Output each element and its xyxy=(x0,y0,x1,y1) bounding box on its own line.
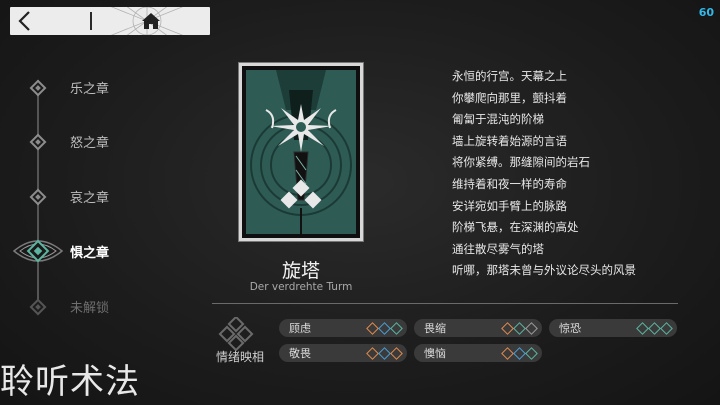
diamond-dot-icon xyxy=(379,323,389,333)
diamond-dot-icon xyxy=(649,323,659,333)
top-bar xyxy=(10,7,210,35)
emotion-tag-dots xyxy=(502,348,536,358)
twisted-tower-illustration xyxy=(246,70,356,234)
home-icon xyxy=(142,13,160,29)
emotion-tag-label: 畏缩 xyxy=(424,322,446,335)
back-button[interactable] xyxy=(10,7,90,35)
emotion-tag: 顾虑 xyxy=(279,319,407,337)
emotion-tag-dots xyxy=(637,323,671,333)
poem-line: 将你紧缚。那缝隙间的岩石 xyxy=(452,155,590,170)
emotion-tag-dots xyxy=(367,348,401,358)
chapter-item-joy[interactable]: 乐之章 xyxy=(0,72,170,102)
emotion-tag: 懊恼 xyxy=(414,344,542,362)
emotion-tag-dots xyxy=(502,323,536,333)
emotion-diamonds-icon xyxy=(218,317,254,351)
diamond-node-icon xyxy=(29,79,47,97)
diamond-dot-icon xyxy=(637,323,647,333)
poem-text: 永恒的行宫。天幕之上 你攀爬向那里，颤抖着 匍匐于混沌的阶梯 墙上旋转着始源的言… xyxy=(452,66,712,282)
diamond-dot-icon xyxy=(661,323,671,333)
diamond-node-icon xyxy=(29,133,47,151)
diamond-dot-icon xyxy=(367,323,377,333)
chapter-item-sorrow[interactable]: 哀之章 xyxy=(0,181,170,211)
emotion-tag: 敬畏 xyxy=(279,344,407,362)
card-subtitle: Der verdrehte Turm xyxy=(249,281,353,293)
emotion-section-label: 情绪映相 xyxy=(215,350,264,364)
poem-line: 匍匐于混沌的阶梯 xyxy=(452,112,544,127)
section-divider xyxy=(212,303,678,304)
diamond-dot-icon xyxy=(502,323,512,333)
emotion-tag-label: 惊恐 xyxy=(559,322,581,335)
poem-line: 安详宛如手臂上的脉路 xyxy=(452,198,567,213)
diamond-dot-icon xyxy=(367,348,377,358)
card-title: 旋塔 xyxy=(281,260,320,282)
fps-counter: 60 xyxy=(698,6,714,19)
emotion-tag-label: 顾虑 xyxy=(289,322,311,335)
emotion-tag: 惊恐 xyxy=(549,319,677,337)
diamond-node-icon xyxy=(29,188,47,206)
diamond-dot-icon xyxy=(514,323,524,333)
diamond-dot-icon xyxy=(391,323,401,333)
chapter-label: 惧之章 xyxy=(70,245,110,261)
poem-line: 你攀爬向那里，颤抖着 xyxy=(452,90,567,105)
chapter-item-fear[interactable]: 惧之章 xyxy=(0,236,170,266)
chapter-label: 未解锁 xyxy=(70,300,110,316)
poem-line: 永恒的行宫。天幕之上 xyxy=(452,69,567,83)
emotion-tag-label: 懊恼 xyxy=(424,347,446,360)
poem-line: 墙上旋转着始源的言语 xyxy=(452,133,567,148)
diamond-node-icon xyxy=(29,298,47,316)
home-button[interactable] xyxy=(92,7,210,35)
poem-line: 听哪，那塔未曾与外议论尽头的风景 xyxy=(452,263,636,278)
emotion-tag: 畏缩 xyxy=(414,319,542,337)
chapter-label: 怒之章 xyxy=(70,135,110,151)
diamond-dot-icon xyxy=(379,348,389,358)
active-eye-icon xyxy=(12,239,64,263)
card-artwork xyxy=(246,70,356,234)
emotion-tag-label: 敬畏 xyxy=(289,347,311,360)
poem-line: 通往散尽雾气的塔 xyxy=(452,241,544,256)
poem-line: 维持着和夜一样的寿命 xyxy=(452,176,567,191)
watermark-text: 聆听术法 xyxy=(0,362,140,402)
chapter-label: 乐之章 xyxy=(70,81,110,97)
emotion-tag-dots xyxy=(367,323,401,333)
chapter-card xyxy=(238,62,364,242)
diamond-dot-icon xyxy=(526,348,536,358)
diamond-dot-icon xyxy=(502,348,512,358)
diamond-dot-icon xyxy=(514,348,524,358)
diamond-dot-icon xyxy=(526,323,536,333)
chapter-item-locked: 未解锁 xyxy=(0,291,170,321)
chapter-list: 乐之章 怒之章 哀之章 惧之章 未解锁 xyxy=(0,60,170,320)
chevron-left-icon xyxy=(18,11,30,31)
chapter-item-anger[interactable]: 怒之章 xyxy=(0,126,170,156)
poem-line: 阶梯飞悬，在深渊的高处 xyxy=(452,220,579,235)
chapter-label: 哀之章 xyxy=(70,190,110,206)
diamond-dot-icon xyxy=(391,348,401,358)
